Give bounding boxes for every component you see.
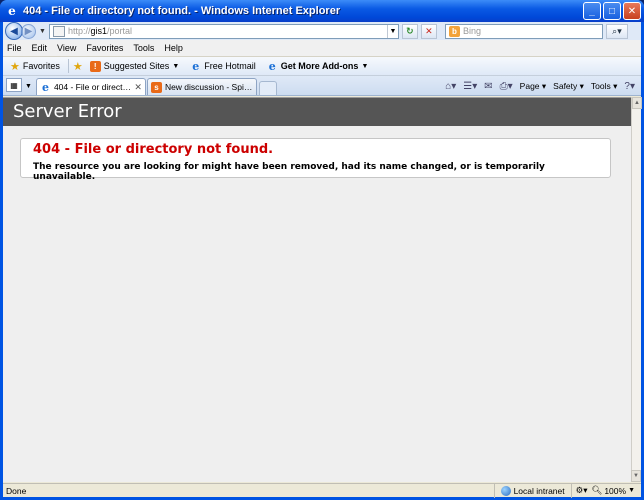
favorites-button[interactable]: ★ Favorites — [6, 58, 64, 75]
scroll-down-button[interactable]: ▼ — [631, 470, 641, 482]
feeds-icon[interactable]: ☰▾ — [463, 81, 477, 92]
menu-bar: File Edit View Favorites Tools Help — [3, 40, 641, 57]
favbar-separator — [67, 59, 69, 73]
error-box: 404 - File or directory not found. The r… — [20, 138, 611, 182]
zoom-level: 100% — [604, 485, 627, 496]
get-addons-dropdown-icon: ▼ — [361, 62, 369, 70]
ie-page-icon: e — [268, 59, 276, 73]
command-bar: ⌂▾ ☰▾ ✉ ⎙▾ Page ▾ Safety ▾ Tools ▾ ?▾ — [445, 81, 635, 92]
page-menu[interactable]: Page ▾ — [520, 81, 547, 92]
search-box[interactable]: b Bing — [444, 23, 603, 39]
menu-favorites[interactable]: Favorites — [86, 43, 123, 53]
favorites-label: Favorites — [22, 61, 60, 71]
forward-button[interactable]: ▶ — [21, 23, 36, 39]
tab-404[interactable]: e 404 - File or directory not f... ✕ — [35, 78, 146, 95]
new-tab-button[interactable] — [258, 81, 277, 95]
address-bar[interactable]: http://gis1/portal ▼ — [48, 23, 399, 39]
browser-window: e 404 - File or directory not found. - W… — [0, 0, 644, 500]
page-icon — [52, 25, 65, 37]
home-icon[interactable]: ⌂▾ — [445, 81, 456, 92]
ie-page-icon: e — [192, 59, 200, 73]
bing-icon: b — [448, 25, 460, 37]
error-message: The resource you are looking for might h… — [33, 162, 545, 182]
suggested-sites-link[interactable]: ! Suggested Sites ▼ — [86, 58, 183, 75]
suggested-sites-label: Suggested Sites — [103, 61, 170, 71]
refresh-button[interactable]: ↻ — [401, 23, 418, 39]
free-hotmail-link[interactable]: e Free Hotmail — [186, 58, 260, 75]
tab-label: New discussion - Spiceworks ... — [164, 82, 253, 92]
tab-list-dropdown[interactable]: ▼ — [25, 83, 32, 90]
add-to-favorites-bar-icon[interactable]: ★ — [73, 60, 83, 73]
spiceworks-icon: s — [150, 81, 162, 93]
vertical-scrollbar[interactable]: ▲ ▼ — [631, 97, 642, 482]
get-addons-label: Get More Add-ons — [280, 61, 359, 71]
status-bar: Done Local intranet ⚙▾ 🔍︎ 100% ▼ — [3, 483, 641, 498]
browser-client: ◀ ▶ ▼ http://gis1/portal ▼ ↻ ✕ b Bing ⌕▾… — [3, 22, 642, 498]
tab-label: 404 - File or directory not f... — [53, 82, 132, 92]
address-url[interactable]: http://gis1/portal — [68, 26, 132, 36]
stop-button[interactable]: ✕ — [420, 23, 437, 39]
tab-spiceworks[interactable]: s New discussion - Spiceworks ... — [146, 78, 257, 95]
help-icon[interactable]: ?▾ — [624, 81, 635, 92]
print-icon[interactable]: ⎙▾ — [500, 81, 513, 92]
recent-pages-dropdown[interactable]: ▼ — [39, 28, 46, 35]
read-mail-icon[interactable]: ✉ — [484, 81, 492, 92]
protected-mode-indicator[interactable]: ⚙▾ — [570, 483, 592, 498]
get-addons-link[interactable]: e Get More Add-ons ▼ — [263, 58, 373, 75]
zone-label: Local intranet — [513, 485, 565, 496]
menu-edit[interactable]: Edit — [32, 43, 48, 53]
zoom-control[interactable]: 🔍︎ 100% ▼ — [592, 485, 641, 496]
security-zone[interactable]: Local intranet — [493, 483, 571, 498]
ie-page-icon: e — [41, 80, 49, 94]
search-button[interactable]: ⌕▾ — [605, 23, 628, 39]
menu-view[interactable]: View — [57, 43, 76, 53]
server-error-title: Server Error — [13, 101, 122, 122]
suggested-sites-dropdown-icon: ▼ — [172, 62, 180, 70]
suggested-sites-icon: ! — [89, 60, 101, 72]
title-bar[interactable]: e 404 - File or directory not found. - W… — [0, 0, 644, 22]
tools-menu[interactable]: Tools ▾ — [591, 81, 617, 92]
search-placeholder[interactable]: Bing — [463, 26, 481, 36]
page-content: Server Error 404 - File or directory not… — [3, 97, 631, 482]
error-title: 404 - File or directory not found. — [33, 142, 274, 157]
scroll-up-button[interactable]: ▲ — [632, 97, 642, 109]
close-window-button[interactable]: ✕ — [623, 2, 641, 20]
favorites-star-icon: ★ — [10, 60, 20, 73]
tab-bar: ▦ ▼ e 404 - File or directory not f... ✕… — [3, 76, 641, 96]
menu-file[interactable]: File — [7, 43, 22, 53]
status-text: Done — [6, 485, 27, 496]
menu-help[interactable]: Help — [164, 43, 183, 53]
zoom-icon: 🔍︎ — [591, 485, 603, 495]
address-toolbar: ◀ ▶ ▼ http://gis1/portal ▼ ↻ ✕ b Bing ⌕▾ — [3, 22, 641, 40]
zoom-dropdown-icon: ▼ — [628, 487, 635, 494]
address-dropdown-icon[interactable]: ▼ — [386, 24, 398, 38]
window-title: 404 - File or directory not found. - Win… — [23, 5, 341, 17]
quick-tabs-button[interactable]: ▦ — [6, 78, 22, 92]
globe-icon — [500, 485, 511, 496]
server-error-header: Server Error — [3, 97, 631, 126]
close-tab-icon[interactable]: ✕ — [134, 82, 142, 93]
protected-mode-icon: ⚙▾ — [575, 485, 588, 495]
ie-logo-icon: e — [8, 4, 16, 18]
maximize-button[interactable]: □ — [603, 2, 621, 20]
safety-menu[interactable]: Safety ▾ — [553, 81, 584, 92]
minimize-button[interactable]: _ — [583, 2, 601, 20]
menu-tools[interactable]: Tools — [133, 43, 154, 53]
free-hotmail-label: Free Hotmail — [204, 61, 256, 71]
favorites-bar: ★ Favorites ★ ! Suggested Sites ▼ e Free… — [3, 57, 641, 76]
